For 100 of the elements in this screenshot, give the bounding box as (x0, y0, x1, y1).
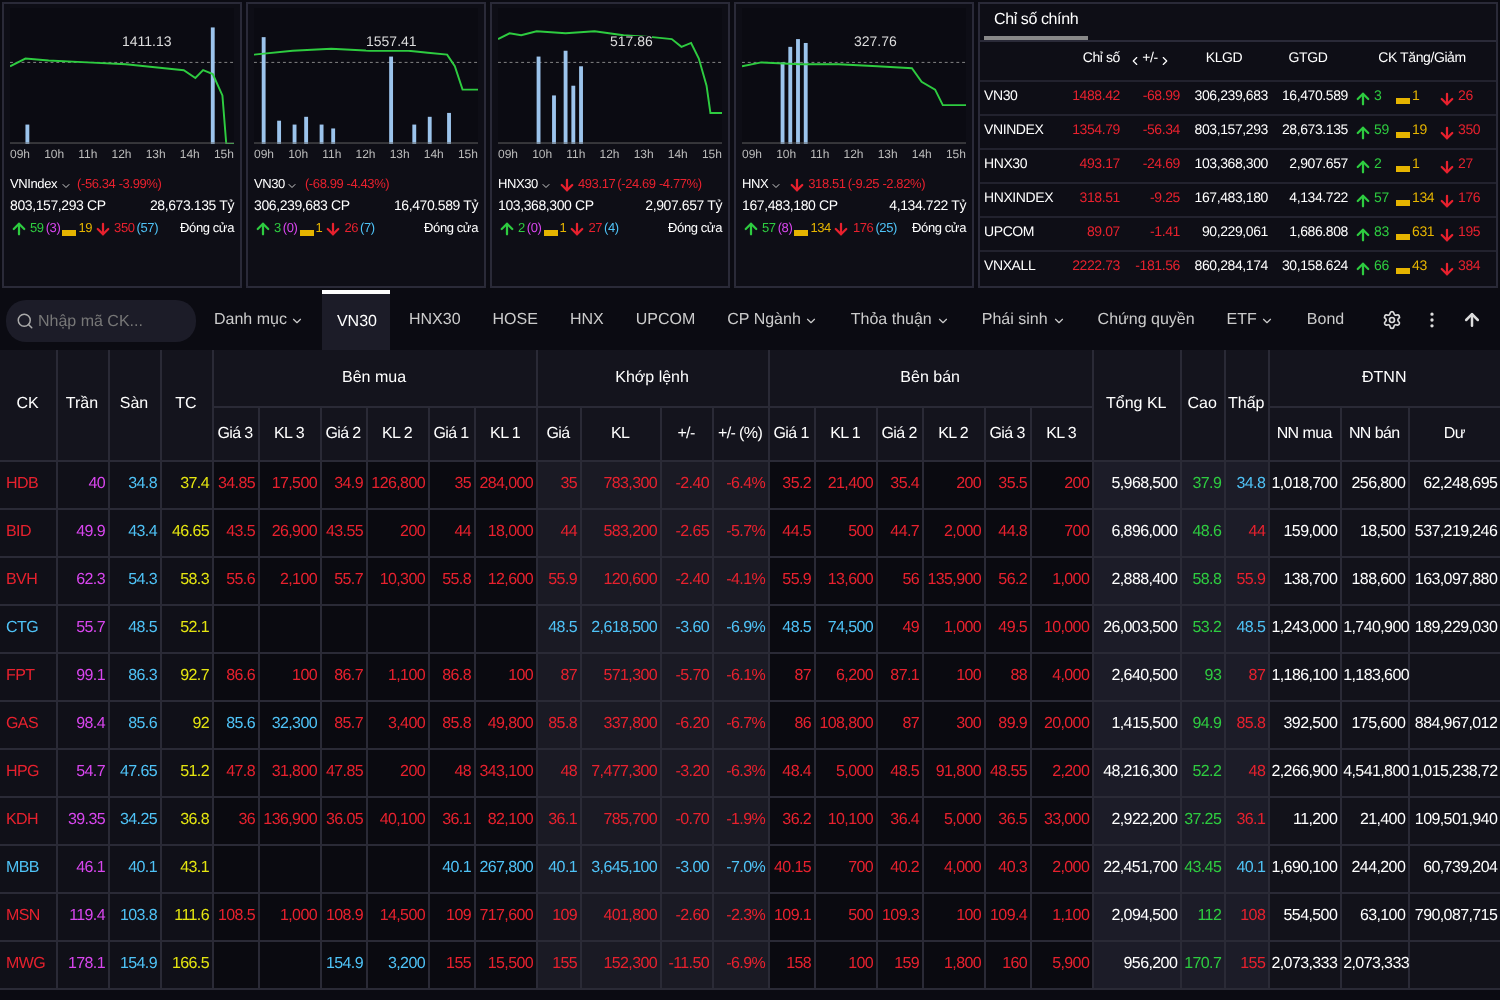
reference-cell: 46.65 (160, 508, 212, 556)
dropdown-icon (539, 179, 552, 191)
previous-icon[interactable] (1128, 54, 1143, 68)
symbol-cell: MBB (0, 844, 56, 892)
volume-cell: 21,400 (814, 460, 877, 508)
market-tab[interactable]: Phái sinh (967, 290, 1080, 350)
price-cell: 85.8 (428, 700, 474, 748)
price-cell: 159 (876, 940, 923, 988)
volume-cell: 4,000 (1030, 652, 1093, 700)
floor-cell: 34.25 (108, 796, 160, 844)
dropdown-icon (59, 179, 72, 191)
market-tab[interactable]: CP Ngành (713, 290, 833, 350)
market-tab[interactable]: HNX (555, 290, 618, 350)
foreign-buy-cell: 2,073,333 (1268, 940, 1341, 988)
down-arrow-icon (832, 220, 851, 238)
volume-cell: 108,800 (814, 700, 877, 748)
market-tab[interactable]: Danh mục (200, 290, 319, 350)
market-tab[interactable]: Bond (1292, 290, 1359, 350)
market-tab[interactable]: HNX30 (394, 290, 475, 350)
ceiling-cell: 40 (56, 460, 108, 508)
price-cell: 86.7 (320, 652, 366, 700)
down-arrow-icon (1438, 157, 1456, 175)
price-cell: 35 (536, 460, 581, 508)
high-cell: 37.25 (1180, 796, 1225, 844)
column-header: KL 1 (814, 406, 877, 460)
percent-cell: -1.9% (712, 796, 769, 844)
change-cell: -2.65 (660, 508, 713, 556)
down-arrow-icon (324, 220, 343, 238)
volume-cell: 49,800 (474, 700, 537, 748)
foreign-buy-cell: 1,186,100 (1268, 652, 1341, 700)
market-tab[interactable]: VN30 (322, 290, 391, 350)
reference-cell: 92.7 (160, 652, 212, 700)
reference-cell: 36.8 (160, 796, 212, 844)
price-cell: 34.9 (320, 460, 366, 508)
total-volume-cell: 1,415,500 (1092, 700, 1181, 748)
ceiling-cell: 98.4 (56, 700, 108, 748)
percent-cell: -6.9% (712, 604, 769, 652)
unchanged-icon (1396, 98, 1410, 105)
scroll-top-icon[interactable] (1462, 310, 1482, 330)
symbol-cell: KDH (0, 796, 56, 844)
price-cell: 87 (876, 700, 923, 748)
panel-tab[interactable]: Chỉ số chính (984, 4, 1089, 40)
column-header: Sàn (108, 350, 160, 460)
price-cell: 40.3 (984, 844, 1031, 892)
market-tab[interactable]: Thỏa thuận (836, 290, 964, 350)
market-tab[interactable]: ETF (1212, 290, 1289, 350)
market-tab[interactable]: UPCOM (621, 290, 710, 350)
room-cell: 62,248,695 (1408, 460, 1500, 508)
volume-cell: 200 (366, 748, 428, 796)
column-header: +/- (660, 406, 713, 460)
column-header: KL 2 (922, 406, 985, 460)
volume-cell: 40,100 (366, 796, 428, 844)
symbol-cell: GAS (0, 700, 56, 748)
price-cell: 36.4 (876, 796, 923, 844)
reference-cell: 51.2 (160, 748, 212, 796)
price-cell: 155 (536, 940, 581, 988)
volume-cell: 91,800 (922, 748, 985, 796)
ceiling-cell: 119.4 (56, 892, 108, 940)
low-cell: 108 (1224, 892, 1269, 940)
symbol-cell: BVH (0, 556, 56, 604)
settings-icon[interactable] (1382, 310, 1402, 330)
column-header: Dư (1408, 406, 1500, 460)
price-cell: 44 (536, 508, 581, 556)
total-volume-cell: 26,003,500 (1092, 604, 1181, 652)
search-field[interactable]: Nhập mã CK... (6, 299, 196, 341)
change-cell: -5.70 (660, 652, 713, 700)
column-header: Trần (56, 350, 108, 460)
price-cell: 48 (536, 748, 581, 796)
total-volume-cell: 6,896,000 (1092, 508, 1181, 556)
foreign-buy-cell: 138,700 (1268, 556, 1341, 604)
foreign-buy-cell: 392,500 (1268, 700, 1341, 748)
floor-cell: 34.8 (108, 460, 160, 508)
price-cell: 43.55 (320, 508, 366, 556)
price-cell: 55.9 (768, 556, 815, 604)
volume-cell: 1,100 (1030, 892, 1093, 940)
market-tab[interactable]: HOSE (478, 290, 552, 350)
price-cell: 55.6 (212, 556, 258, 604)
market-tab[interactable]: Chứng quyền (1083, 290, 1209, 350)
column-header: Giá 1 (428, 406, 474, 460)
volume-cell: 500 (814, 892, 877, 940)
change-cell: -2.60 (660, 892, 713, 940)
down-arrow-icon (788, 176, 807, 194)
volume-cell: 6,200 (814, 652, 877, 700)
symbol-cell: CTG (0, 604, 56, 652)
dropdown-icon (770, 179, 783, 191)
volume-cell: 100 (258, 652, 320, 700)
down-arrow-icon (568, 220, 587, 238)
up-arrow-icon (742, 220, 760, 238)
price-cell: 40.2 (876, 844, 923, 892)
volume-cell: 7,477,300 (580, 748, 661, 796)
next-icon[interactable] (1157, 54, 1172, 68)
volume-cell: 100 (814, 940, 877, 988)
change-cell: -3.00 (660, 844, 713, 892)
column-header: KL 2 (366, 406, 428, 460)
volume-cell: 31,800 (258, 748, 320, 796)
low-cell: 85.8 (1224, 700, 1269, 748)
price-cell: 35 (428, 460, 474, 508)
foreign-sell-cell: 188,600 (1340, 556, 1409, 604)
percent-cell: -6.7% (712, 700, 769, 748)
high-cell: 94.9 (1180, 700, 1225, 748)
